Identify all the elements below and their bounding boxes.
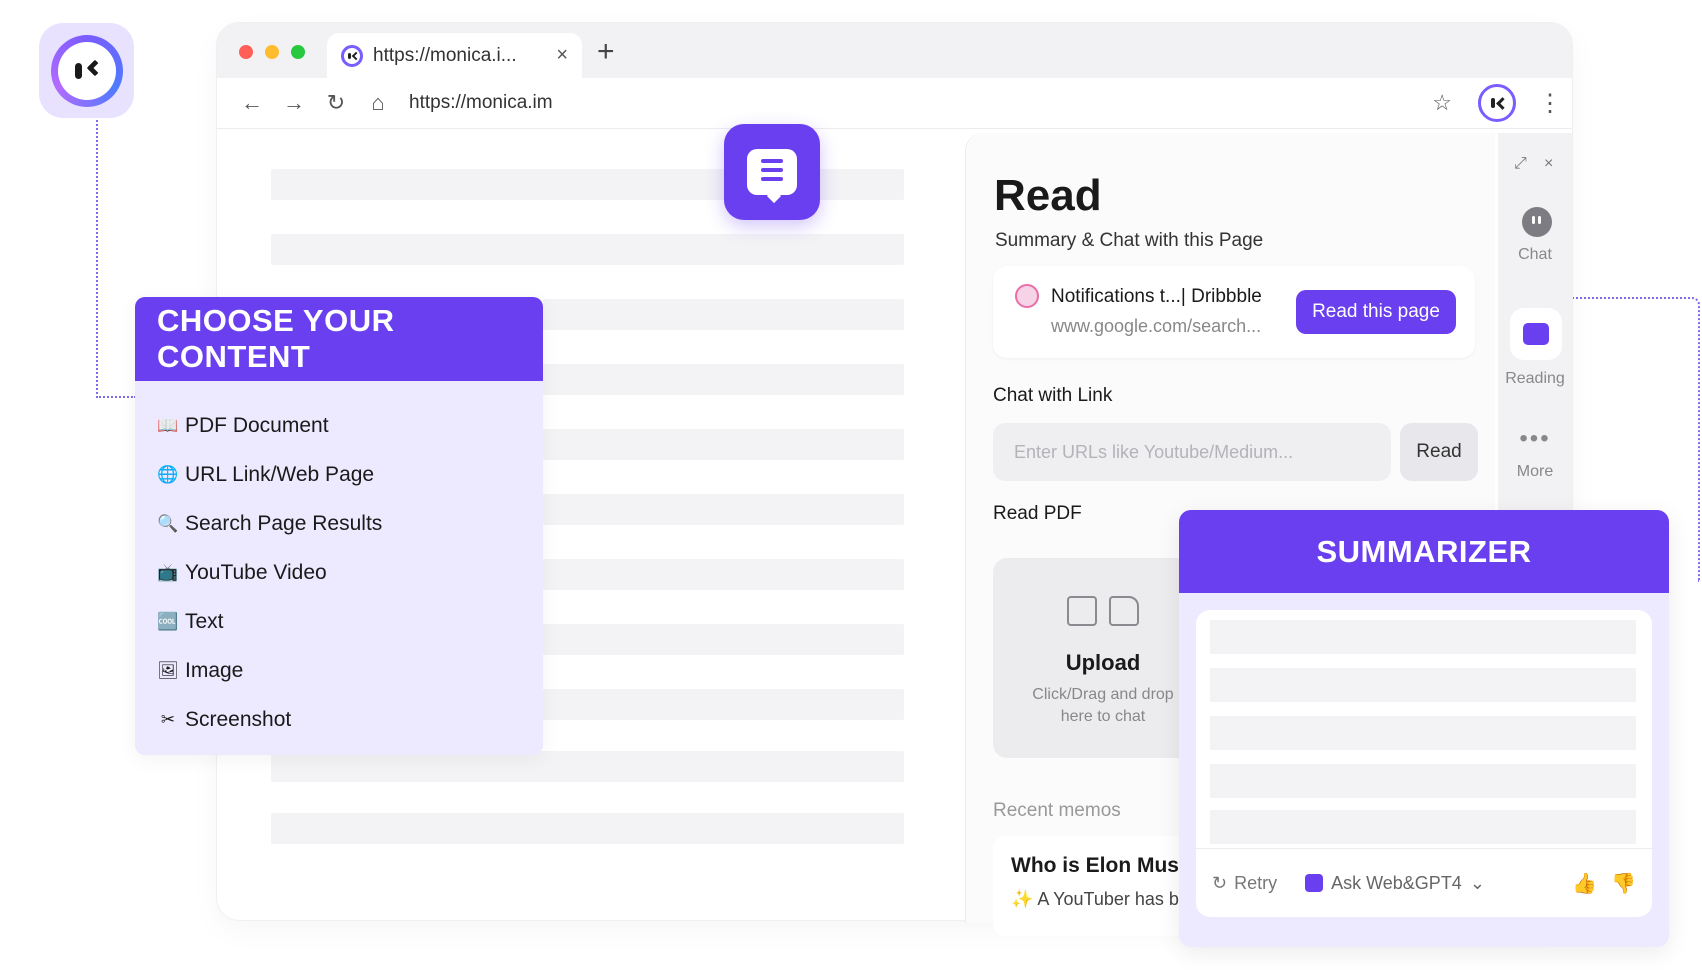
- retry-button[interactable]: ↻ Retry: [1212, 873, 1277, 894]
- bookmark-star-icon[interactable]: ☆: [1432, 90, 1452, 116]
- reading-icon[interactable]: [1510, 308, 1562, 360]
- content-type-url: 🌐 URL Link/Web Page: [157, 462, 375, 486]
- content-type-search: 🔍 Search Page Results: [157, 511, 383, 535]
- read-feature-icon: [724, 124, 820, 220]
- ask-model-dropdown[interactable]: Ask Web&GPT4 ⌄: [1305, 873, 1485, 894]
- page-name: Notifications t...| Dribbble: [1051, 286, 1262, 307]
- summarizer-title: SUMMARIZER: [1316, 533, 1532, 569]
- monica-extension-icon[interactable]: [1478, 84, 1516, 122]
- choose-content-title: CHOOSE YOUR CONTENT: [157, 303, 395, 374]
- monica-favicon-icon: [341, 44, 363, 67]
- picture-icon: 🖼: [157, 660, 179, 680]
- browser-tab[interactable]: https://monica.i... ×: [327, 33, 582, 78]
- thumbs-down-icon[interactable]: 👎: [1611, 871, 1636, 896]
- content-type-image: 🖼 Image: [157, 658, 244, 682]
- globe-icon: 🌐: [157, 464, 179, 484]
- reload-icon[interactable]: ↻: [315, 90, 357, 116]
- url-link-input[interactable]: [993, 423, 1391, 481]
- gpt-icon: [1305, 874, 1324, 892]
- url-field[interactable]: https://monica.im: [409, 92, 1432, 114]
- magnifier-icon: 🔍: [157, 513, 179, 533]
- close-window-dot[interactable]: [239, 45, 253, 59]
- choose-content-header: CHOOSE YOUR CONTENT: [135, 297, 543, 381]
- expand-icon[interactable]: ⤢: [1514, 155, 1527, 173]
- page-placeholder-line: [543, 299, 904, 330]
- page-placeholder-line: [271, 751, 904, 782]
- browser-menu-icon[interactable]: ⋮: [1538, 89, 1562, 118]
- close-panel-icon[interactable]: ×: [1544, 155, 1553, 173]
- dribbble-icon: [1015, 284, 1039, 308]
- summary-placeholder-line: [1210, 764, 1636, 798]
- chat-icon[interactable]: [1522, 207, 1552, 237]
- chat-with-link-label: Chat with Link: [993, 385, 1113, 406]
- page-placeholder-line: [543, 559, 904, 590]
- summarizer-header: SUMMARIZER: [1179, 510, 1669, 593]
- memo-title: Who is Elon Mus: [1011, 854, 1179, 877]
- page-placeholder-line: [543, 494, 904, 525]
- cool-icon: 🆒: [157, 611, 179, 631]
- tv-icon: 📺: [157, 562, 179, 582]
- rail-item-chat[interactable]: Chat: [1498, 246, 1572, 264]
- scissors-icon: ✂: [160, 709, 176, 729]
- minimize-window-dot[interactable]: [265, 45, 279, 59]
- summary-placeholder-line: [1210, 716, 1636, 750]
- content-type-screenshot: ✂ Screenshot: [157, 695, 543, 744]
- rail-item-more[interactable]: More: [1498, 463, 1572, 481]
- tab-close-icon[interactable]: ×: [556, 44, 568, 67]
- summarizer-panel: SUMMARIZER ↻ Retry Ask Web&GPT4 ⌄ 👍 👎: [1179, 510, 1669, 947]
- monica-logo: [39, 23, 134, 118]
- tab-bar: https://monica.i... × +: [217, 23, 1572, 78]
- image-upload-icon: [1067, 596, 1097, 626]
- retry-icon: ↻: [1212, 872, 1228, 893]
- read-link-button[interactable]: Read: [1400, 423, 1478, 481]
- panel-subtitle: Summary & Chat with this Page: [995, 230, 1264, 251]
- summary-card: ↻ Retry Ask Web&GPT4 ⌄ 👍 👎: [1196, 610, 1652, 917]
- read-this-page-button[interactable]: Read this page: [1296, 290, 1456, 334]
- address-bar: ← → ↻ ⌂ https://monica.im ☆ ⋮: [217, 78, 1572, 129]
- page-placeholder-line: [271, 234, 904, 265]
- more-icon[interactable]: •••: [1498, 425, 1572, 453]
- new-tab-button[interactable]: +: [597, 35, 615, 69]
- memo-snippet: ✨ A YouTuber has b: [1011, 889, 1179, 909]
- content-type-list: 📖 PDF Document 🌐 URL Link/Web Page 🔍 Search…: [135, 381, 543, 744]
- content-type-pdf: 📖 PDF Document: [157, 413, 329, 437]
- upload-description: Click/Drag and drop here to chat: [1032, 686, 1174, 725]
- tab-title: https://monica.i...: [373, 44, 517, 66]
- read-pdf-label: Read PDF: [993, 503, 1082, 524]
- thumbs-up-icon[interactable]: 👍: [1572, 871, 1597, 896]
- page-placeholder-line: [271, 813, 904, 844]
- content-type-youtube: 📺 YouTube Video: [157, 560, 327, 584]
- home-icon[interactable]: ⌂: [357, 90, 399, 116]
- page-placeholder-line: [543, 364, 904, 395]
- forward-arrow-icon[interactable]: →: [273, 90, 315, 116]
- summary-placeholder-line: [1210, 810, 1636, 844]
- page-url: www.google.com/search...: [1051, 316, 1262, 336]
- maximize-window-dot[interactable]: [291, 45, 305, 59]
- chevron-down-icon: ⌄: [1469, 872, 1485, 893]
- page-placeholder-line: [543, 624, 904, 655]
- page-placeholder-line: [543, 689, 904, 720]
- rail-item-reading[interactable]: Reading: [1498, 370, 1572, 388]
- page-placeholder-line: [543, 429, 904, 460]
- summary-placeholder-line: [1210, 620, 1636, 654]
- panel-title: Read: [994, 171, 1102, 220]
- recent-memos-label: Recent memos: [993, 800, 1121, 821]
- back-arrow-icon[interactable]: ←: [231, 90, 273, 116]
- summary-toolbar: ↻ Retry Ask Web&GPT4 ⌄ 👍 👎: [1196, 848, 1652, 917]
- content-type-text: 🆒 Text: [157, 609, 224, 633]
- current-page-card: Notifications t...| Dribbble www.google.…: [993, 266, 1475, 358]
- summary-placeholder-line: [1210, 668, 1636, 702]
- monica-logo-icon: [50, 34, 123, 107]
- pdf-file-icon: [1109, 596, 1139, 626]
- book-icon: 📖: [157, 415, 179, 435]
- choose-content-panel: CHOOSE YOUR CONTENT 📖 PDF Document 🌐 URL L…: [135, 297, 543, 755]
- connector-logo: [96, 120, 136, 398]
